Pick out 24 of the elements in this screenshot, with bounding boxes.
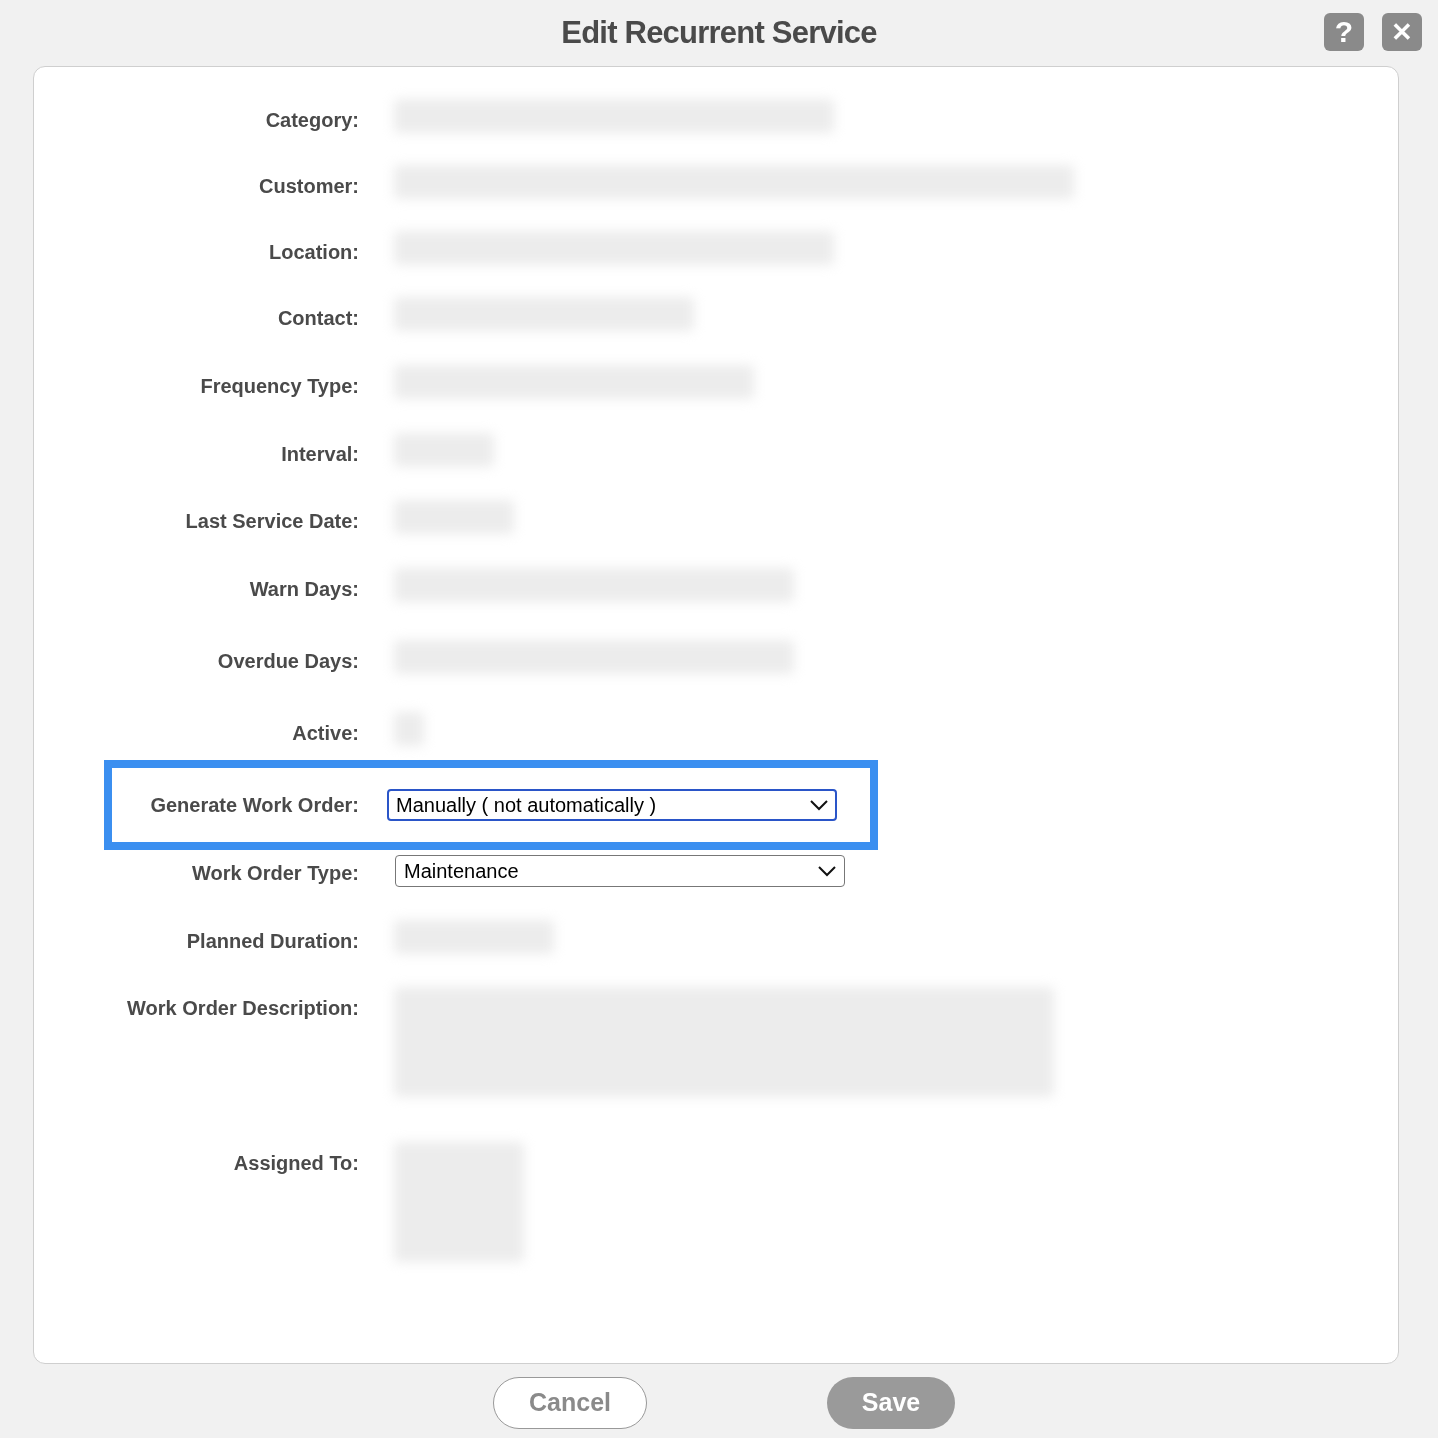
field-label: Customer:: [259, 175, 359, 197]
dropdown[interactable]: Manually ( not automatically ): [387, 789, 837, 821]
field-label: Interval:: [281, 443, 359, 465]
dropdown[interactable]: Maintenance: [395, 855, 845, 887]
field-label: Planned Duration:: [186, 930, 359, 952]
field-label: Work Order Type:: [191, 862, 359, 884]
chevron-icon: [818, 865, 836, 877]
field-label: Frequency Type:: [200, 375, 359, 397]
field-label: Active:: [292, 722, 359, 744]
field-label: Work Order Description:: [127, 997, 359, 1019]
field-label: Category:: [265, 109, 359, 131]
help-button[interactable]: ?: [1324, 13, 1364, 51]
close-button[interactable]: ✕: [1382, 13, 1422, 51]
dialog-title: Edit Recurrent Service: [561, 13, 877, 52]
field-label: Overdue Days:: [217, 650, 359, 672]
save-button[interactable]: Save: [827, 1377, 955, 1429]
field-label: Assigned To:: [233, 1152, 359, 1174]
field-label: Generate Work Order:: [150, 794, 359, 816]
field-label: Warn Days:: [249, 578, 359, 600]
chevron-icon: [810, 799, 828, 811]
cancel-button[interactable]: Cancel: [493, 1377, 647, 1429]
field-label: Last Service Date:: [185, 510, 359, 532]
field-label: Location:: [269, 241, 359, 263]
field-label: Contact:: [277, 307, 359, 329]
